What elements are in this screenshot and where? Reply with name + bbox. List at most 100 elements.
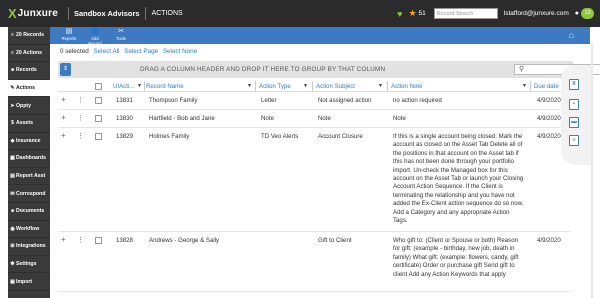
row-checkbox[interactable] xyxy=(95,97,102,104)
note-line: Tags. xyxy=(393,217,408,225)
filter-icon[interactable]: ▼ xyxy=(247,83,252,89)
export-panel: X ▪ ▬ ≡ xyxy=(561,65,591,165)
reports-button[interactable]: ▤ Reports xyxy=(58,27,80,41)
cell-id: 13831 xyxy=(116,97,133,104)
user-email[interactable]: lstafford@junxure.com xyxy=(504,10,569,17)
sidebar-item-actions[interactable]: ✎ Actions xyxy=(8,79,50,98)
selected-count: 0 selected xyxy=(60,48,89,55)
sidebar-item-workflow[interactable]: ◉ Workflow xyxy=(8,221,50,239)
note-line: import. Un-check the Managed box for thi… xyxy=(393,166,508,174)
search-icon: ⚲ xyxy=(519,66,525,73)
sidebar-item-20-actions[interactable]: ≡ 20 Actions xyxy=(8,45,50,63)
sidebar-item-documents[interactable]: ■ Documents xyxy=(8,203,50,221)
note-line: for gift: (example - birthday, new job, … xyxy=(393,245,515,253)
sidebar-item-insurance[interactable]: ◆ Insurance xyxy=(8,133,50,151)
sidebar-item-label: Correspond xyxy=(16,190,46,197)
filter-icon[interactable]: ▼ xyxy=(522,83,527,89)
cell-action-type: Letter xyxy=(261,97,277,104)
column-header-due-date[interactable]: Due date xyxy=(534,83,559,90)
cell-record-name[interactable]: Hartfield - Bob and Jane xyxy=(149,115,215,123)
tools-button[interactable]: ✂ Tools xyxy=(110,27,132,41)
select-page-link[interactable]: Select Page xyxy=(124,48,158,55)
notification-badge[interactable]: 13 xyxy=(581,8,594,19)
user-icon[interactable]: ● xyxy=(575,10,579,17)
top-bar: X Junxure Sandbox Advisors ACTIONS ♥ ★ 5… xyxy=(0,0,600,27)
divider xyxy=(312,81,313,91)
select-all-link[interactable]: Select All xyxy=(93,48,119,55)
row-checkbox[interactable] xyxy=(95,115,102,122)
star-icon[interactable]: ★ xyxy=(408,8,416,19)
table-row[interactable]: + ⋮ 13828 Andrews - George & Sally Gift … xyxy=(58,232,571,292)
sidebar-item-report-asst[interactable]: ▤ Report Asst xyxy=(8,168,50,186)
cell-action-note: Note xyxy=(393,115,406,122)
divider xyxy=(144,7,146,20)
org-name: Sandbox Advisors xyxy=(74,9,140,18)
sidebar-item-integrations[interactable]: ⊞ Integrations xyxy=(8,238,50,256)
mail-icon: ✉ xyxy=(10,190,15,197)
sidebar-item-dashboards[interactable]: ▦ Dashboards xyxy=(8,150,50,168)
app-logo[interactable]: X Junxure xyxy=(0,6,63,21)
sidebar-item-import[interactable]: ▣ Import xyxy=(8,273,50,291)
expand-icon[interactable]: + xyxy=(61,113,66,122)
toolbar: ▤ Reports 👤 Add Record ✂ Tools ⌂ xyxy=(50,27,590,46)
cell-action-subject: Note xyxy=(318,115,331,122)
divider xyxy=(68,7,69,20)
filter-icon[interactable]: ▼ xyxy=(137,83,142,89)
column-header-record-name[interactable]: Record Name xyxy=(146,83,184,90)
home-icon[interactable]: ⌂ xyxy=(569,30,574,40)
folder-icon[interactable]: ▬ xyxy=(569,117,579,128)
arrow-icon: ➤ xyxy=(10,102,15,109)
column-header-action-note[interactable]: Action Note xyxy=(391,83,423,90)
expand-icon[interactable]: + xyxy=(61,95,66,104)
cell-record-name[interactable]: Thompson Family xyxy=(149,97,197,105)
reports-icon: ▤ xyxy=(65,28,73,35)
cell-record-name[interactable]: Andrews - George & Sally xyxy=(149,237,219,245)
more-options-icon[interactable]: ⋮ xyxy=(77,114,84,122)
folder-icon: ■ xyxy=(10,208,15,215)
more-options-icon[interactable]: ⋮ xyxy=(77,236,84,244)
record-search-input[interactable]: Record Search xyxy=(433,8,498,19)
table-row[interactable]: + ⋮ 13830 Hartfield - Bob and Jane Note … xyxy=(58,110,571,128)
column-header-action-type[interactable]: Action Type xyxy=(259,83,291,90)
expand-icon[interactable]: + xyxy=(61,235,66,244)
sidebar-item-settings[interactable]: ✱ Settings xyxy=(8,256,50,274)
expand-icon[interactable]: + xyxy=(61,131,66,140)
heart-icon[interactable]: ♥ xyxy=(397,9,402,19)
sidebar-item-assets[interactable]: $ Assets xyxy=(8,115,50,133)
select-all-checkbox[interactable] xyxy=(95,83,102,90)
cell-action-note: no action required xyxy=(393,97,442,104)
row-checkbox[interactable] xyxy=(95,133,102,140)
folder-icon: ■ xyxy=(10,67,15,74)
document-icon[interactable]: ≡ xyxy=(569,135,579,146)
more-options-icon[interactable]: ⋮ xyxy=(77,96,84,104)
cell-record-name[interactable]: Holmes Family xyxy=(149,133,189,141)
table-row[interactable]: + ⋮ 13831 Thompson Family Letter Not ass… xyxy=(58,92,571,110)
column-header-uiaction[interactable]: UIActi... xyxy=(113,83,134,90)
cell-id: 13828 xyxy=(116,237,133,244)
column-header-action-subject[interactable]: Action Subject xyxy=(316,83,355,90)
cell-due-date: 4/9/2020 xyxy=(537,133,561,140)
add-record-button[interactable]: 👤 Add Record xyxy=(84,27,106,46)
sidebar-item-20-records[interactable]: ≡ 20 Records xyxy=(8,27,50,45)
sidebar-item-label: 20 Actions xyxy=(16,49,43,56)
filter-icon[interactable]: ▼ xyxy=(378,83,383,89)
cell-action-subject: Account Closure xyxy=(318,133,363,140)
more-options-icon[interactable]: ⋮ xyxy=(77,132,84,140)
table-row[interactable]: + ⋮ 13829 Holmes Family TD Veo Alerts Ac… xyxy=(58,128,571,232)
column-chooser-icon[interactable]: ⇕ xyxy=(60,63,71,76)
excel-export-icon[interactable]: X xyxy=(569,79,579,90)
note-line: terminating the relationship and you hav… xyxy=(393,191,515,199)
filter-icon[interactable]: ▼ xyxy=(303,83,308,89)
note-line: If this is a single account being closed… xyxy=(393,133,523,140)
group-by-bar[interactable]: ⇕ DRAG A COLUMN HEADER AND DROP IT HERE … xyxy=(58,61,600,78)
add-user-icon: 👤 xyxy=(90,28,100,35)
row-checkbox[interactable] xyxy=(95,237,102,244)
sidebar-item-correspond[interactable]: ✉ Correspond xyxy=(8,185,50,203)
scrollbar[interactable] xyxy=(591,44,593,298)
pin-icon: ✎ xyxy=(10,85,15,92)
sidebar-item-records[interactable]: ■ Records xyxy=(8,62,50,80)
sidebar-item-oppty[interactable]: ➤ Oppty xyxy=(8,97,50,115)
select-none-link[interactable]: Select None xyxy=(163,48,197,55)
save-icon[interactable]: ▪ xyxy=(569,99,579,110)
sidebar-item-label: Report Asst xyxy=(16,173,46,180)
